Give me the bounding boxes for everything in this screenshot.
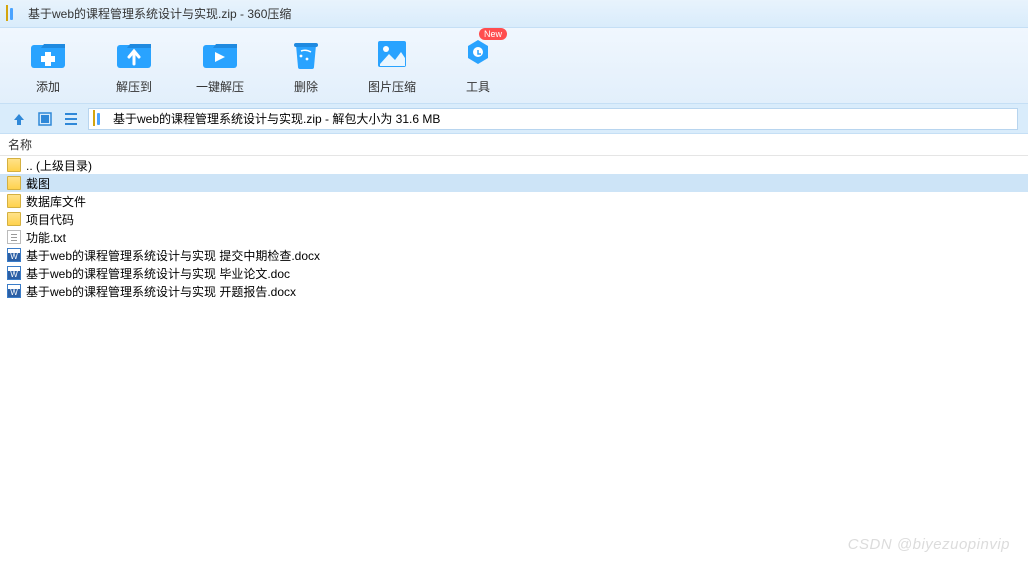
tools-icon: New xyxy=(459,36,497,72)
file-name: 基于web的课程管理系统设计与实现 毕业论文.doc xyxy=(26,265,290,282)
doc-icon xyxy=(6,283,22,299)
extract-to-label: 解压到 xyxy=(116,78,152,95)
list-item[interactable]: 基于web的课程管理系统设计与实现 提交中期检查.docx xyxy=(0,246,1028,264)
extract-to-icon xyxy=(115,36,153,72)
list-item[interactable]: 数据库文件 xyxy=(0,192,1028,210)
zip-file-icon xyxy=(93,111,109,127)
add-button[interactable]: 添加 xyxy=(20,36,76,95)
folder-icon xyxy=(6,175,22,191)
list-item[interactable]: 功能.txt xyxy=(0,228,1028,246)
app-icon xyxy=(6,6,22,22)
one-click-extract-icon xyxy=(201,36,239,72)
image-compress-button[interactable]: 图片压缩 xyxy=(364,36,420,95)
pathbar: 基于web的课程管理系统设计与实现.zip - 解包大小为 31.6 MB xyxy=(0,104,1028,134)
image-compress-icon xyxy=(373,36,411,72)
file-list: .. (上级目录)截图数据库文件项目代码功能.txt基于web的课程管理系统设计… xyxy=(0,156,1028,300)
delete-icon xyxy=(287,36,325,72)
file-name: 功能.txt xyxy=(26,229,66,246)
file-name: 截图 xyxy=(26,175,50,192)
watermark: CSDN @biyezuopinvip xyxy=(848,536,1010,553)
delete-label: 删除 xyxy=(294,78,318,95)
add-label: 添加 xyxy=(36,78,60,95)
path-box[interactable]: 基于web的课程管理系统设计与实现.zip - 解包大小为 31.6 MB xyxy=(88,108,1018,130)
one-click-extract-button[interactable]: 一键解压 xyxy=(192,36,248,95)
txt-icon xyxy=(6,229,22,245)
file-name: 基于web的课程管理系统设计与实现 提交中期检查.docx xyxy=(26,247,320,264)
tools-label: 工具 xyxy=(466,78,490,95)
up-arrow-icon[interactable] xyxy=(10,110,28,128)
one-click-extract-label: 一键解压 xyxy=(196,78,244,95)
doc-icon xyxy=(6,247,22,263)
column-header[interactable]: 名称 xyxy=(0,134,1028,156)
window-title: 基于web的课程管理系统设计与实现.zip - 360压缩 xyxy=(28,5,291,22)
view-list-icon[interactable] xyxy=(62,110,80,128)
doc-icon xyxy=(6,265,22,281)
column-name-header: 名称 xyxy=(8,136,32,153)
new-badge: New xyxy=(479,28,507,40)
folder-icon xyxy=(6,211,22,227)
delete-button[interactable]: 删除 xyxy=(278,36,334,95)
file-name: .. (上级目录) xyxy=(26,157,92,174)
toolbar: 添加 解压到 一键解压 删除 图片压缩 New 工具 xyxy=(0,28,1028,104)
list-item[interactable]: 截图 xyxy=(0,174,1028,192)
view-details-icon[interactable] xyxy=(36,110,54,128)
image-compress-label: 图片压缩 xyxy=(368,78,416,95)
file-name: 基于web的课程管理系统设计与实现 开题报告.docx xyxy=(26,283,296,300)
file-name: 项目代码 xyxy=(26,211,74,228)
add-icon xyxy=(29,36,67,72)
list-item[interactable]: 基于web的课程管理系统设计与实现 毕业论文.doc xyxy=(0,264,1028,282)
titlebar: 基于web的课程管理系统设计与实现.zip - 360压缩 xyxy=(0,0,1028,28)
extract-to-button[interactable]: 解压到 xyxy=(106,36,162,95)
folder-icon xyxy=(6,193,22,209)
path-text: 基于web的课程管理系统设计与实现.zip - 解包大小为 31.6 MB xyxy=(113,110,440,127)
file-name: 数据库文件 xyxy=(26,193,86,210)
tools-button[interactable]: New 工具 xyxy=(450,36,506,95)
list-item[interactable]: 项目代码 xyxy=(0,210,1028,228)
folder-icon xyxy=(6,157,22,173)
list-item[interactable]: .. (上级目录) xyxy=(0,156,1028,174)
list-item[interactable]: 基于web的课程管理系统设计与实现 开题报告.docx xyxy=(0,282,1028,300)
